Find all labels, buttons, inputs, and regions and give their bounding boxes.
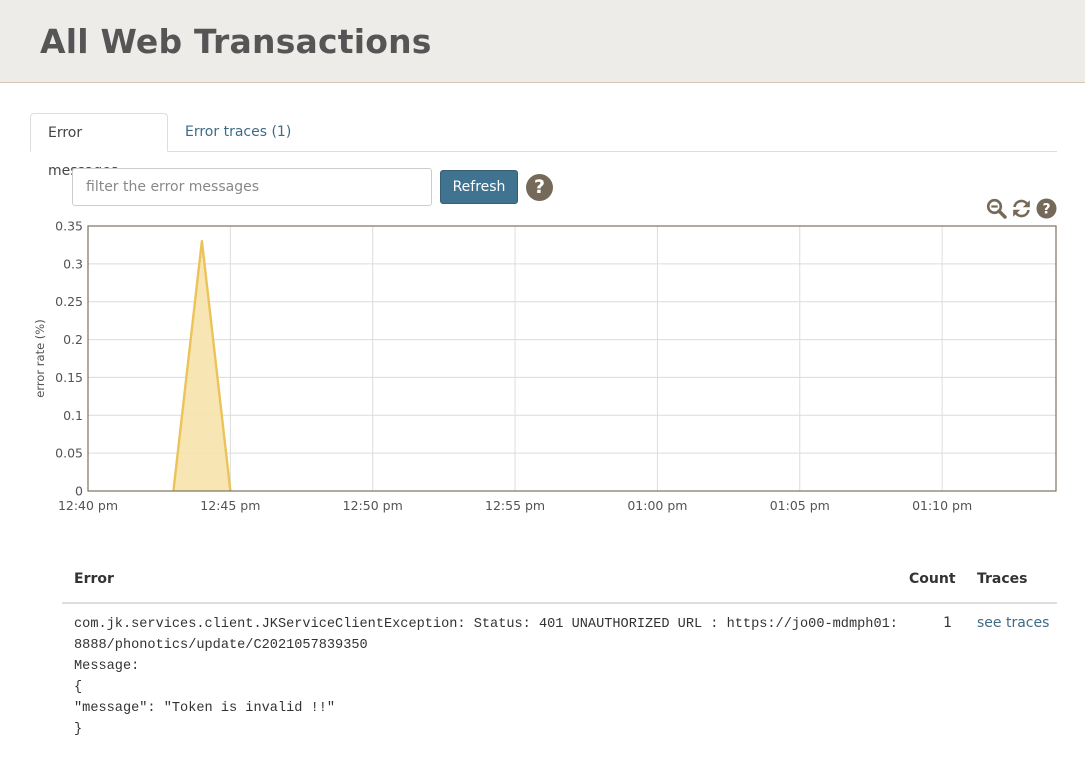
y-tick-label: 0.05 — [55, 446, 83, 461]
see-traces-link[interactable]: see traces — [977, 615, 1049, 631]
series-area — [173, 241, 231, 491]
column-header-error: Error — [74, 571, 114, 587]
x-tick-label: 01:10 pm — [912, 498, 972, 513]
x-tick-label: 12:45 pm — [200, 498, 260, 513]
plot-border — [87, 225, 1057, 492]
y-axis-title: error rate (%) — [33, 319, 47, 397]
column-header-traces: Traces — [977, 571, 1028, 587]
x-tick-label: 12:55 pm — [485, 498, 545, 513]
table-header-divider — [62, 602, 1057, 604]
y-tick-label: 0.2 — [63, 332, 83, 347]
column-header-count: Count — [909, 571, 956, 587]
error-count: 1 — [943, 615, 952, 631]
x-tick-label: 12:40 pm — [58, 498, 118, 513]
y-tick-label: 0.25 — [55, 294, 83, 309]
y-tick-label: 0.3 — [63, 256, 83, 271]
x-tick-label: 12:50 pm — [343, 498, 403, 513]
y-tick-label: 0 — [75, 484, 83, 499]
x-tick-label: 01:05 pm — [770, 498, 830, 513]
y-tick-label: 0.1 — [63, 408, 83, 423]
error-message-text: com.jk.services.client.JKServiceClientEx… — [74, 617, 898, 737]
y-tick-label: 0.35 — [55, 219, 83, 234]
y-tick-label: 0.15 — [55, 370, 83, 385]
x-tick-label: 01:00 pm — [627, 498, 687, 513]
